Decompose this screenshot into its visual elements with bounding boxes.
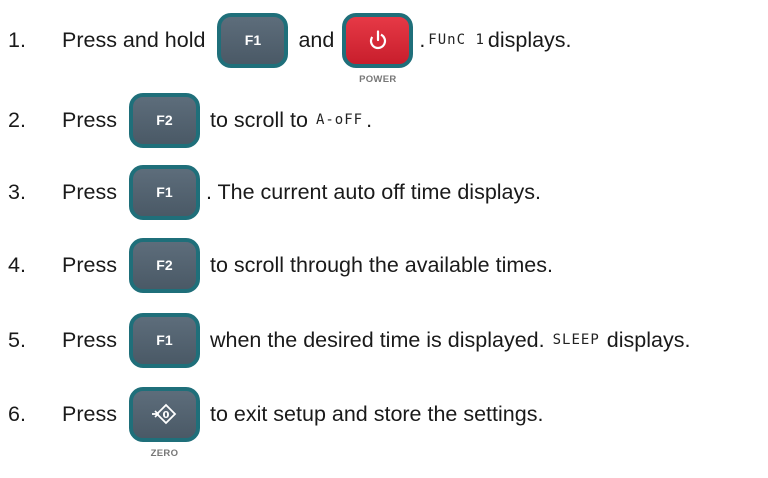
f2-key-label: F2 bbox=[156, 112, 173, 128]
step-text: . The current auto off time displays. bbox=[205, 179, 541, 204]
step-number: 6. bbox=[8, 401, 26, 426]
step-text: displays. bbox=[487, 27, 572, 52]
step-text: . bbox=[366, 107, 373, 132]
zero-icon: 0 bbox=[152, 403, 177, 425]
step-number: 3. bbox=[8, 179, 26, 204]
step-text: to scroll through the available times. bbox=[209, 252, 553, 277]
power-key: POWER bbox=[342, 12, 414, 85]
zero-key-caption: ZERO bbox=[150, 447, 179, 459]
f2-key: F2 bbox=[128, 92, 200, 148]
step-text: Press bbox=[62, 252, 117, 277]
f2-key-label: F2 bbox=[156, 257, 173, 273]
step-number: 5. bbox=[8, 327, 26, 352]
f1-key-label: F1 bbox=[244, 32, 262, 48]
f1-key-label: F1 bbox=[156, 184, 173, 200]
step-number: 4. bbox=[8, 252, 26, 277]
step-text: to scroll to bbox=[209, 107, 308, 132]
f1-key: F1 bbox=[128, 312, 200, 368]
step-text: to exit setup and store the settings. bbox=[209, 401, 544, 426]
power-key-caption: POWER bbox=[359, 73, 397, 85]
svg-text:0: 0 bbox=[163, 410, 170, 421]
step-text: displays. bbox=[606, 327, 691, 352]
step-text: . bbox=[419, 27, 426, 52]
power-icon bbox=[369, 30, 386, 50]
lcd-text: A-oFF bbox=[315, 112, 364, 128]
step-3: 3. Press F1 . The current auto off time … bbox=[0, 162, 541, 222]
step-text: when the desired time is displayed. bbox=[209, 327, 545, 352]
step-2: 2. Press F2 to scroll to A-oFF . bbox=[0, 90, 372, 150]
step-text: Press bbox=[62, 327, 117, 352]
step-5: 5. Press F1 when the desired time is dis… bbox=[0, 310, 690, 370]
step-number: 2. bbox=[8, 107, 26, 132]
zero-key: 0 ZERO bbox=[128, 386, 200, 459]
lcd-text: FUnC 1 bbox=[428, 32, 485, 48]
f1-key: F1 bbox=[217, 12, 289, 68]
step-text: Press bbox=[62, 401, 117, 426]
lcd-text: SLEEP bbox=[552, 332, 600, 348]
f1-key-label: F1 bbox=[156, 332, 173, 348]
step-1: 1. Press and hold F1 and POWER . FUnC 1 … bbox=[0, 10, 572, 85]
step-text: and bbox=[298, 27, 335, 52]
step-text: Press bbox=[62, 107, 117, 132]
step-number: 1. bbox=[8, 27, 26, 52]
f2-key: F2 bbox=[128, 237, 200, 293]
step-text: Press and hold bbox=[62, 27, 206, 52]
step-text: Press bbox=[62, 179, 117, 204]
f1-key: F1 bbox=[128, 164, 200, 220]
step-4: 4. Press F2 to scroll through the availa… bbox=[0, 235, 553, 295]
step-6: 6. Press 0 ZERO to exit setup and store … bbox=[0, 384, 544, 459]
